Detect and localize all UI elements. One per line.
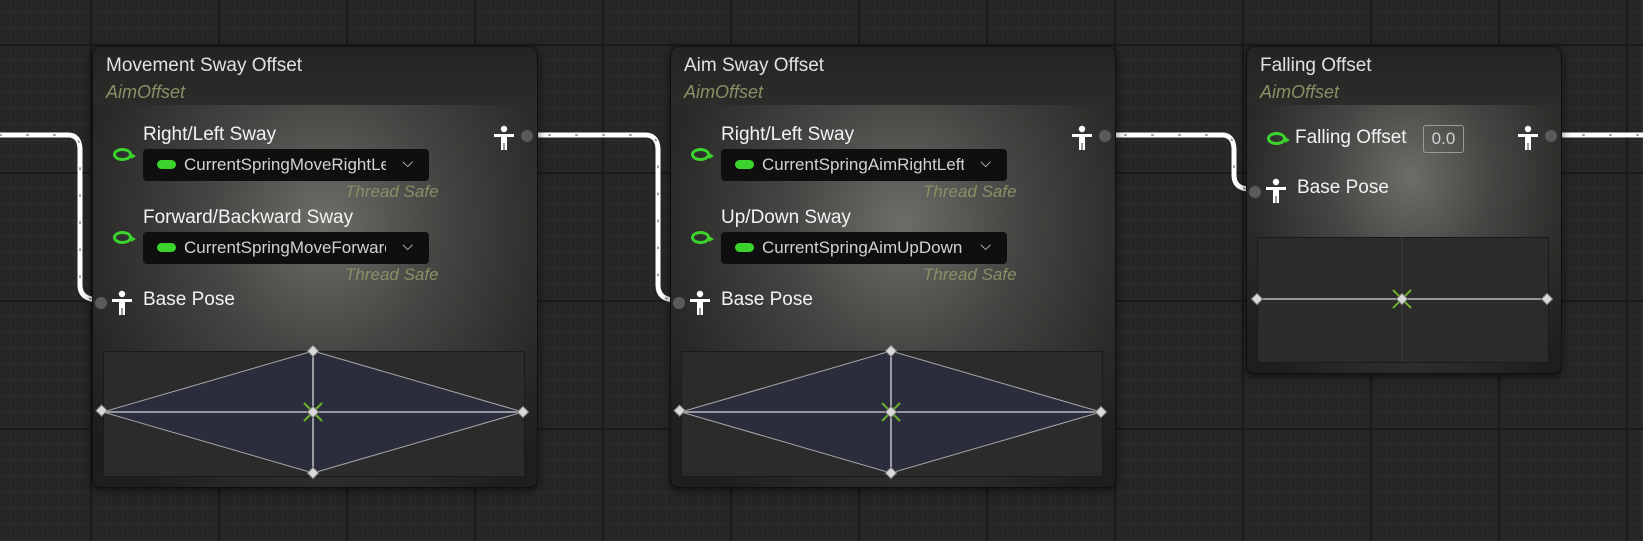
chevron-down-icon: ⌵	[980, 154, 991, 170]
thread-safe-label: Thread Safe	[345, 182, 439, 201]
node-header[interactable]: Movement Sway Offset AimOffset	[93, 47, 537, 105]
movement-sway-offset-node[interactable]: Movement Sway Offset AimOffset Right/Lef…	[92, 46, 538, 488]
person-pose-icon	[112, 290, 132, 315]
node-subtitle: AimOffset	[684, 82, 764, 102]
thread-safe-label: Thread Safe	[923, 182, 1017, 201]
variable-dropdown-forward-backward[interactable]: CurrentSpringMoveForwardBackward ⌵	[143, 232, 429, 264]
node-subtitle: AimOffset	[1260, 82, 1340, 102]
blendspace-grid	[95, 344, 530, 480]
node-title: Movement Sway Offset	[106, 55, 303, 76]
node-title: Aim Sway Offset	[684, 55, 825, 76]
variable-type-pill	[735, 243, 754, 252]
float-pin-icon[interactable]	[113, 148, 136, 161]
variable-name: CurrentSpringMoveRightLeft	[184, 155, 386, 174]
pin-label-forward-backward-sway: Forward/Backward Sway	[143, 207, 354, 228]
variable-name: CurrentSpringMoveForwardBackward	[184, 238, 386, 257]
float-pin-icon[interactable]	[113, 231, 136, 244]
pin-label-right-left-sway: Right/Left Sway	[721, 124, 855, 145]
chevron-down-icon: ⌵	[980, 237, 991, 253]
chevron-down-icon: ⌵	[402, 154, 413, 170]
pose-output-pin[interactable]	[1099, 130, 1111, 142]
node-header[interactable]: Falling Offset AimOffset	[1247, 47, 1561, 105]
variable-dropdown-right-left[interactable]: CurrentSpringMoveRightLeft ⌵	[143, 149, 429, 181]
variable-type-pill	[735, 160, 754, 169]
wire-into-movement-node	[0, 132, 103, 303]
person-pose-icon	[1266, 178, 1286, 203]
node-subtitle: AimOffset	[106, 82, 186, 102]
falling-offset-node[interactable]: Falling Offset AimOffset Falling Offset …	[1246, 46, 1562, 374]
base-pose-input-pin[interactable]	[1249, 186, 1261, 198]
pin-label-right-left-sway: Right/Left Sway	[143, 124, 277, 145]
chevron-down-icon: ⌵	[402, 237, 413, 253]
base-pose-input-pin[interactable]	[673, 297, 685, 309]
person-pose-icon	[1072, 125, 1092, 150]
pose-output-pin[interactable]	[521, 130, 533, 142]
variable-type-pill	[157, 243, 176, 252]
float-pin-icon[interactable]	[1267, 132, 1290, 145]
float-pin-icon[interactable]	[691, 231, 714, 244]
aim-sway-offset-node[interactable]: Aim Sway Offset AimOffset Right/Left Swa…	[670, 46, 1116, 488]
variable-type-pill	[157, 160, 176, 169]
blendspace-1d-grid	[1250, 237, 1554, 361]
wire-aim-to-falling	[1095, 132, 1253, 192]
variable-dropdown-up-down[interactable]: CurrentSpringAimUpDown ⌵	[721, 232, 1007, 264]
pin-label-base-pose: Base Pose	[1297, 177, 1389, 198]
falling-offset-value-field[interactable]: 0.0	[1423, 125, 1464, 153]
base-pose-input-pin[interactable]	[95, 297, 107, 309]
pin-label-base-pose: Base Pose	[721, 289, 813, 310]
person-pose-icon	[494, 125, 514, 150]
variable-name: CurrentSpringAimUpDown	[762, 238, 963, 257]
variable-dropdown-right-left[interactable]: CurrentSpringAimRightLeft ⌵	[721, 149, 1007, 181]
person-pose-icon	[1518, 125, 1538, 150]
node-header[interactable]: Aim Sway Offset AimOffset	[671, 47, 1115, 105]
thread-safe-label: Thread Safe	[345, 265, 439, 284]
node-title: Falling Offset	[1260, 55, 1372, 76]
pin-label-base-pose: Base Pose	[143, 289, 235, 310]
person-pose-icon	[690, 290, 710, 315]
wire-movement-to-aim	[519, 132, 679, 303]
blendspace-grid	[673, 344, 1108, 480]
thread-safe-label: Thread Safe	[923, 265, 1017, 284]
pin-label-falling-offset: Falling Offset	[1295, 127, 1407, 148]
variable-name: CurrentSpringAimRightLeft	[762, 155, 964, 174]
pin-label-up-down-sway: Up/Down Sway	[721, 207, 851, 228]
float-pin-icon[interactable]	[691, 148, 714, 161]
pose-output-pin[interactable]	[1545, 130, 1557, 142]
